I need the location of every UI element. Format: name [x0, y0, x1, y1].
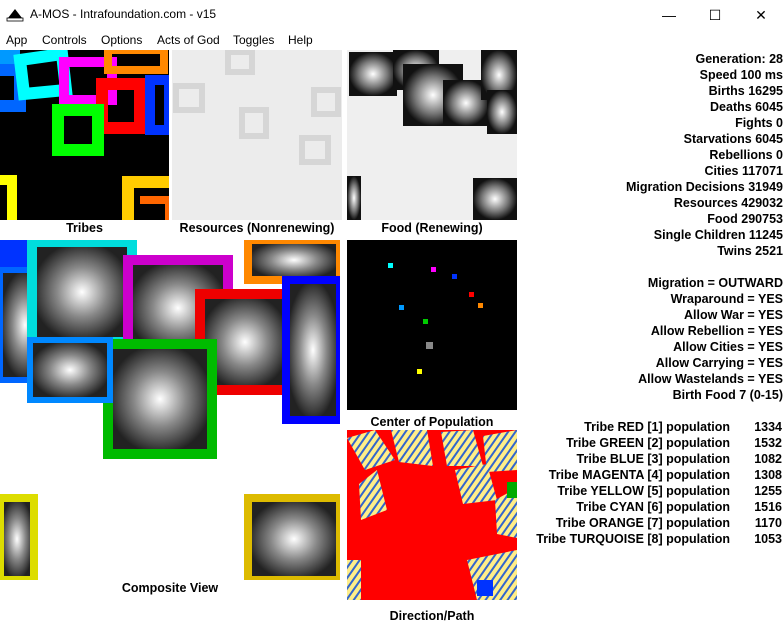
center-point-magenta — [431, 267, 436, 272]
center-point-turquoise — [399, 305, 404, 310]
stat-migration-decisions: Migration Decisions 31949 — [625, 180, 783, 194]
center-point-overall — [426, 342, 433, 349]
setting-allow-carrying: Allow Carrying = YES — [655, 356, 783, 370]
direction-path-graphic — [347, 430, 517, 600]
stat-fights: Fights 0 — [735, 116, 783, 130]
window-title: A-MOS - Intrafoundation.com - v15 — [30, 7, 217, 21]
tribe-label: Tribe CYAN [6] population — [576, 500, 730, 514]
tribe-label: Tribe RED [1] population — [584, 420, 730, 434]
resources-caption: Resources (Nonrenewing) — [179, 221, 335, 235]
tribes-map — [0, 50, 169, 220]
stat-speed: Speed 100 ms — [699, 68, 783, 82]
tribe-row-cyan: Tribe CYAN [6] population 1516 — [520, 499, 782, 515]
composite-caption: Composite View — [121, 581, 219, 595]
setting-allow-wastelands: Allow Wastelands = YES — [638, 372, 783, 386]
center-of-population-map — [347, 240, 517, 410]
center-point-orange — [478, 303, 483, 308]
title-bar: A-MOS - Intrafoundation.com - v15 — ☐ ✕ — [0, 0, 784, 30]
stat-twins: Twins 2521 — [717, 244, 783, 258]
tribe-population: 1082 — [754, 452, 782, 466]
menu-options[interactable]: Options — [101, 33, 142, 47]
tribe-row-orange: Tribe ORANGE [7] population 1170 — [520, 515, 782, 531]
minimize-button[interactable]: — — [646, 0, 692, 30]
tribes-map-graphic — [0, 50, 169, 220]
stat-cities: Cities 117071 — [704, 164, 783, 178]
center-point-red — [469, 292, 474, 297]
tribe-population: 1334 — [754, 420, 782, 434]
resources-map — [172, 50, 342, 220]
tribe-population-table: Tribe RED [1] population 1334 Tribe GREE… — [520, 419, 782, 547]
menu-acts-of-god[interactable]: Acts of God — [157, 33, 220, 47]
menu-controls[interactable]: Controls — [42, 33, 87, 47]
menu-bar: App Controls Options Acts of God Toggles… — [0, 30, 784, 50]
composite-view-graphic — [0, 240, 340, 580]
setting-allow-cities: Allow Cities = YES — [673, 340, 783, 354]
tribe-row-blue: Tribe BLUE [3] population 1082 — [520, 451, 782, 467]
center-point-yellow — [417, 369, 422, 374]
tribes-caption: Tribes — [66, 221, 103, 235]
tribe-label: Tribe YELLOW [5] population — [557, 484, 730, 498]
setting-migration: Migration = OUTWARD — [647, 276, 783, 290]
stat-resources: Resources 429032 — [673, 196, 783, 210]
tribe-label: Tribe ORANGE [7] population — [555, 516, 730, 530]
menu-app[interactable]: App — [6, 33, 27, 47]
setting-wraparound: Wraparound = YES — [670, 292, 783, 306]
stat-deaths: Deaths 6045 — [710, 100, 783, 114]
tribe-row-turquoise: Tribe TURQUOISE [8] population 1053 — [520, 531, 782, 547]
food-caption: Food (Renewing) — [381, 221, 483, 235]
settings-panel: Migration = OUTWARD Wraparound = YES All… — [638, 275, 783, 403]
stat-rebellions: Rebellions 0 — [709, 148, 783, 162]
tribe-label: Tribe BLUE [3] population — [576, 452, 730, 466]
tribe-row-magenta: Tribe MAGENTA [4] population 1308 — [520, 467, 782, 483]
menu-help[interactable]: Help — [288, 33, 313, 47]
stat-single-children: Single Children 11245 — [653, 228, 783, 242]
setting-birth-food: Birth Food 7 (0-15) — [672, 388, 783, 402]
center-point-blue — [452, 274, 457, 279]
food-map — [347, 50, 517, 220]
menu-toggles[interactable]: Toggles — [233, 33, 274, 47]
tribe-row-green: Tribe GREEN [2] population 1532 — [520, 435, 782, 451]
tribe-row-yellow: Tribe YELLOW [5] population 1255 — [520, 483, 782, 499]
center-caption: Center of Population — [370, 415, 494, 429]
setting-allow-rebellion: Allow Rebellion = YES — [650, 324, 783, 338]
close-button[interactable]: ✕ — [738, 0, 784, 30]
center-of-population-graphic — [388, 263, 483, 374]
center-point-green — [423, 319, 428, 324]
tribe-population: 1532 — [754, 436, 782, 450]
stat-food: Food 290753 — [707, 212, 783, 226]
tribe-population: 1255 — [754, 484, 782, 498]
tribe-population: 1170 — [754, 516, 782, 530]
maximize-button[interactable]: ☐ — [692, 0, 738, 30]
tribe-row-red: Tribe RED [1] population 1334 — [520, 419, 782, 435]
stat-births: Births 16295 — [708, 84, 783, 98]
tribe-label: Tribe GREEN [2] population — [566, 436, 730, 450]
composite-view — [0, 240, 340, 580]
tribe-label: Tribe MAGENTA [4] population — [548, 468, 730, 482]
setting-allow-war: Allow War = YES — [684, 308, 783, 322]
stat-generation: Generation: 28 — [695, 52, 783, 66]
statistics-panel: Generation: 28 Speed 100 ms Births 16295… — [626, 51, 783, 259]
tribe-population: 1308 — [754, 468, 782, 482]
app-logo-icon — [6, 9, 24, 22]
stat-starvations: Starvations 6045 — [683, 132, 783, 146]
food-map-graphic — [347, 50, 517, 220]
tribe-population: 1516 — [754, 500, 782, 514]
direction-caption: Direction/Path — [389, 609, 475, 623]
tribe-population: 1053 — [754, 532, 782, 546]
center-point-cyan — [388, 263, 393, 268]
resources-map-graphic — [173, 50, 341, 165]
direction-path-map — [347, 430, 517, 600]
tribe-label: Tribe TURQUOISE [8] population — [536, 532, 730, 546]
